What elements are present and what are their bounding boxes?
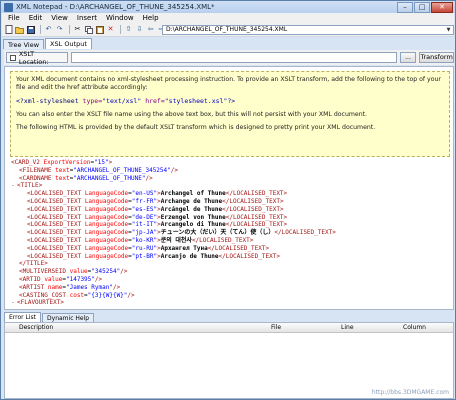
title-bar: XML Notepad - D:\ARCHANGEL_OF_THUNE_3452…	[1, 1, 455, 13]
xml-line: <LOCALISED_TEXT LanguageCode="fr-FR">Arc…	[27, 197, 284, 205]
toolbar: ↶ ↷ ✂ ✕ ⇧ ⇩ ⇦ ⇨ D:\ARCHANGEL_OF_THUNE_34…	[2, 23, 454, 37]
xml-line: <FILENAME text="ARCHANGEL_OF_THUNE_34525…	[19, 166, 178, 174]
xml-line: <LOCALISED_TEXT LanguageCode="jp-JA">チュー…	[27, 229, 336, 237]
maximize-icon[interactable]: □	[414, 1, 430, 13]
xml-line: <CARD_V2 ExportVersion="15">	[11, 159, 113, 166]
xml-line: <ARTIST name="James Ryman"/>	[19, 283, 121, 291]
paste-icon[interactable]	[95, 25, 104, 34]
xml-line: <LOCALISED_TEXT LanguageCode="es-ES">Arc…	[27, 205, 284, 213]
stylesheet-pi-snippet: <?xml-stylesheet type="text/xsl" href="s…	[16, 97, 444, 105]
column-header-description[interactable]: Description	[19, 323, 53, 333]
xml-line: - <TITLE>	[11, 182, 43, 190]
view-tabs: Tree View XSL Output	[2, 38, 454, 49]
file-path-combo[interactable]: D:\ARCHANGEL_OF_THUNE_345254.XML ▼	[162, 25, 454, 35]
toolbar-separator	[40, 25, 41, 34]
xml-line: <LOCALISED_TEXT LanguageCode="pt-BR">Arc…	[27, 252, 280, 260]
xml-line: <LOCALISED_TEXT LanguageCode="ko-KR">쿤의 …	[27, 236, 254, 244]
undo-icon[interactable]: ↶	[44, 25, 53, 34]
pi-href-value: "stylesheet.xsl"	[164, 97, 228, 105]
xslt-location-label: XSLT Location:	[18, 49, 49, 66]
error-list-grid[interactable]: Description File Line Column http://bbs.…	[4, 322, 454, 399]
menu-insert[interactable]: Insert	[77, 14, 97, 22]
xml-line: <LOCALISED_TEXT LanguageCode="de-DE">Erz…	[27, 213, 288, 221]
pi-type-value: "text/xsl"	[102, 97, 142, 105]
menu-file[interactable]: File	[8, 14, 20, 22]
window-controls: – □ ✕	[396, 1, 453, 13]
bottom-tabs: Error List Dynamic Help	[4, 312, 454, 322]
delete-icon[interactable]: ✕	[106, 25, 115, 34]
chevron-down-icon[interactable]: ▼	[445, 27, 452, 34]
copy-icon[interactable]	[84, 25, 93, 34]
notice-paragraph: The following HTML is provided by the de…	[16, 124, 376, 131]
xml-line: <LOCALISED_TEXT LanguageCode="it-IT">Arc…	[27, 221, 288, 229]
xml-pretty-print: <CARD_V2 ExportVersion="15"> <FILENAME te…	[11, 159, 451, 307]
tab-tree-view[interactable]: Tree View	[3, 39, 45, 49]
column-header-column[interactable]: Column	[403, 323, 426, 333]
xml-line: <LOCALISED_TEXT LanguageCode="ru-RU">Арх…	[27, 244, 270, 252]
browse-button[interactable]: ...	[399, 52, 417, 63]
redo-icon[interactable]: ↷	[55, 25, 64, 34]
toolbar-separator	[69, 25, 70, 34]
xslt-location-toggle[interactable]: XSLT Location:	[6, 49, 68, 66]
xml-line: <MULTIVERSEID value="345254"/>	[19, 268, 128, 276]
xslt-location-checkbox[interactable]	[10, 54, 16, 61]
xml-line: - <FLAVOURTEXT>	[11, 299, 64, 307]
notice-paragraph: Your XML document contains no xml-styles…	[16, 76, 441, 91]
save-icon[interactable]	[26, 25, 35, 34]
tab-dynamic-help[interactable]: Dynamic Help	[42, 313, 95, 322]
menu-edit[interactable]: Edit	[29, 14, 43, 22]
watermark-text: http://bbs.3DMGAME.com	[371, 389, 449, 396]
column-header-file[interactable]: File	[271, 323, 281, 333]
pi-type-key: type=	[82, 97, 103, 105]
pi-open: <?xml-stylesheet	[16, 97, 79, 105]
nudge-left-icon[interactable]: ⇦	[146, 25, 155, 34]
xml-line: <CARDNAME text="ARCHANGEL_OF_THUNE"/>	[19, 174, 153, 182]
window-title: XML Notepad - D:\ARCHANGEL_OF_THUNE_3452…	[16, 3, 215, 11]
xml-line: <LOCALISED_TEXT LanguageCode="en-US">Arc…	[27, 190, 288, 198]
error-grid-header: Description File Line Column	[5, 323, 453, 333]
xslt-location-input[interactable]	[71, 52, 397, 63]
minimize-icon[interactable]: –	[397, 1, 413, 13]
xsl-output-pane[interactable]: Your XML document contains no xml-styles…	[4, 66, 454, 310]
tab-error-list[interactable]: Error List	[4, 312, 42, 322]
file-path-value: D:\ARCHANGEL_OF_THUNE_345254.XML	[166, 26, 288, 33]
new-file-icon[interactable]	[4, 25, 13, 34]
notice-paragraph: You can also enter the XSLT file name us…	[16, 111, 368, 118]
column-header-line[interactable]: Line	[341, 323, 354, 333]
nudge-down-icon[interactable]: ⇩	[135, 25, 144, 34]
xslt-location-bar: XSLT Location: ... Transform	[4, 49, 454, 66]
tab-xsl-output[interactable]: XSL Output	[45, 38, 92, 49]
menu-bar: File Edit View Insert Window Help	[2, 13, 454, 23]
menu-window[interactable]: Window	[106, 14, 134, 22]
app-window: XML Notepad - D:\ARCHANGEL_OF_THUNE_3452…	[0, 0, 456, 400]
xml-line: <ARTID value="147395"/>	[19, 275, 103, 283]
xslt-notice-box: Your XML document contains no xml-styles…	[10, 71, 450, 157]
xml-line: </TITLE>	[19, 260, 48, 268]
pi-close: ?>	[227, 97, 236, 105]
nudge-up-icon[interactable]: ⇧	[124, 25, 133, 34]
transform-button[interactable]: Transform	[419, 52, 454, 63]
pi-href-key: href=	[145, 97, 165, 105]
close-icon[interactable]: ✕	[431, 1, 453, 13]
cut-icon[interactable]: ✂	[73, 25, 82, 34]
xml-line: <CASTING_COST cost="{3}{W}{W}"/>	[19, 291, 135, 299]
open-folder-icon[interactable]	[15, 25, 24, 34]
menu-help[interactable]: Help	[143, 14, 159, 22]
menu-view[interactable]: View	[51, 14, 68, 22]
toolbar-separator	[120, 25, 121, 34]
app-icon	[4, 2, 13, 12]
